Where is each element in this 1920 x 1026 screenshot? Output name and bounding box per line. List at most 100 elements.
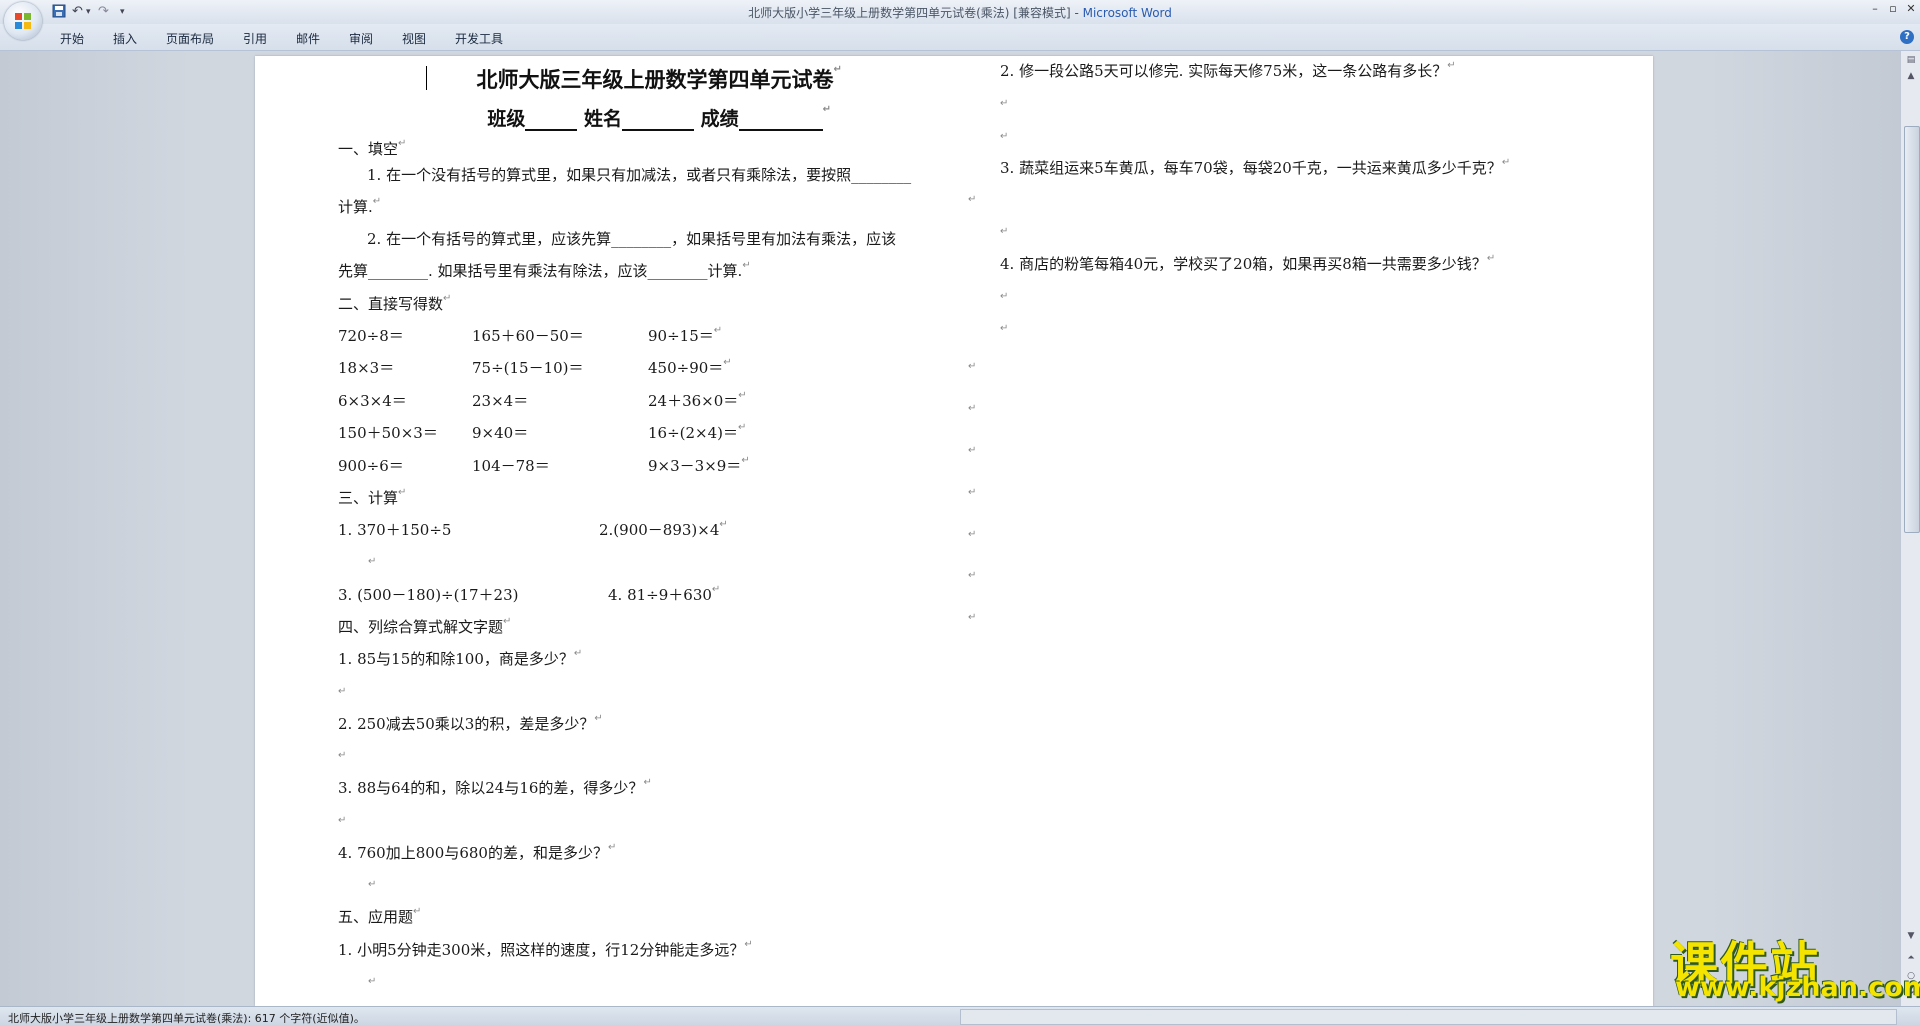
- paragraph-mark: ↵: [1486, 253, 1496, 264]
- tab-view[interactable]: 视图: [402, 30, 426, 47]
- document-page[interactable]: 北师大版三年级上册数学第四单元试卷 ↵ 班级 姓名 成绩 ↵ 一、填空 ↵ 1. 在一…: [255, 56, 1653, 1006]
- name-blank: [622, 108, 694, 131]
- paragraph-mark: ↵: [968, 403, 977, 414]
- score-blank: [738, 108, 823, 131]
- paragraph-mark: ↵: [338, 750, 347, 761]
- paragraph-mark: ↵: [443, 293, 452, 304]
- tab-insert[interactable]: 插入: [113, 30, 137, 47]
- document-workspace: 北师大版三年级上册数学第四单元试卷 ↵ 班级 姓名 成绩 ↵ 一、填空 ↵ 1. 在一…: [0, 51, 1900, 1006]
- paragraph-mark: ↵: [338, 815, 347, 826]
- calc-item: 4. 81÷9＋630 ↵: [608, 584, 721, 604]
- paragraph-mark: ↵: [368, 556, 377, 567]
- status-bar: 北师大版小学三年级上册数学第四单元试卷(乘法): 617 个字符(近似值)。: [0, 1006, 1920, 1026]
- window-title: 北师大版小学三年级上册数学第四单元试卷(乘法) [兼容模式] - Microso…: [748, 6, 1172, 20]
- document-title: 北师大版三年级上册数学第四单元试卷 ↵: [476, 64, 842, 92]
- student-info-line: 班级 姓名 成绩 ↵: [395, 104, 915, 131]
- section-heading: 五、应用题 ↵: [338, 906, 422, 926]
- tab-page-layout[interactable]: 页面布局: [166, 30, 214, 47]
- paragraph-mark: ↵: [968, 445, 977, 456]
- word-problem: 2. 250减去50乘以3的积，差是多少？ ↵: [338, 713, 603, 733]
- status-text: 北师大版小学三年级上册数学第四单元试卷(乘法): 617 个字符(近似值)。: [8, 1012, 365, 1025]
- word-problem: 4. 760加上800与680的差，和是多少？ ↵: [338, 842, 617, 862]
- horizontal-scrollbar[interactable]: [960, 1009, 1897, 1025]
- paragraph-mark: ↵: [1000, 98, 1009, 109]
- app-name: Microsoft Word: [1082, 6, 1172, 20]
- paragraph-mark: ↵: [738, 422, 747, 433]
- paragraph-mark: ↵: [368, 976, 377, 987]
- section-heading: 二、直接写得数 ↵: [338, 293, 452, 313]
- minimize-icon[interactable]: –: [1868, 2, 1882, 16]
- paragraph-mark: ↵: [372, 196, 382, 207]
- oral-calc-item: 75÷(15－10)＝: [472, 359, 584, 377]
- ruler-toggle-icon[interactable]: ▤: [1904, 53, 1918, 67]
- paragraph-mark: ↵: [1501, 157, 1511, 168]
- undo-dropdown-icon[interactable]: ▾: [86, 7, 91, 23]
- paragraph-mark: ↵: [398, 487, 407, 498]
- office-button[interactable]: [4, 2, 42, 40]
- oral-calc-item: 18×3＝: [338, 359, 395, 377]
- paragraph-mark: ↵: [723, 357, 732, 368]
- office-logo-icon: [15, 13, 31, 29]
- tab-references[interactable]: 引用: [243, 30, 267, 47]
- scroll-down-icon[interactable]: ▼: [1904, 929, 1918, 943]
- name-label: 姓名: [583, 108, 622, 130]
- class-blank: [525, 108, 578, 131]
- section-heading: 三、计算 ↵: [338, 487, 407, 507]
- paragraph-mark: ↵: [719, 519, 728, 530]
- tab-mailings[interactable]: 邮件: [296, 30, 320, 47]
- section-heading: 四、列综合算式解文字题 ↵: [338, 616, 512, 636]
- undo-icon[interactable]: ↶: [72, 4, 83, 20]
- paragraph-mark: ↵: [413, 906, 422, 917]
- paragraph-mark: ↵: [744, 939, 753, 950]
- question-text: 计算. ↵: [338, 196, 382, 216]
- paragraph-mark: ↵: [1000, 291, 1009, 302]
- redo-icon[interactable]: ↷: [98, 4, 109, 20]
- paragraph-mark: ↵: [968, 194, 977, 205]
- paragraph-mark: ↵: [503, 616, 512, 627]
- vertical-scrollbar[interactable]: ▤ ▲ ▼ ⏶ ○ ⏷: [1900, 51, 1920, 1006]
- paragraph-mark: ↵: [738, 390, 747, 401]
- paragraph-mark: ↵: [643, 777, 652, 788]
- tab-developer[interactable]: 开发工具: [455, 30, 503, 47]
- oral-calc-item: 90÷15＝ ↵: [648, 325, 723, 345]
- paragraph-mark: ↵: [968, 612, 977, 623]
- paragraph-mark: ↵: [573, 648, 583, 659]
- oral-calc-item: 24＋36×0＝ ↵: [648, 390, 747, 410]
- oral-calc-item: 16÷(2×4)＝ ↵: [648, 422, 747, 442]
- question-text: 1. 在一个没有括号的算式里，如果只有加减法，或者只有乘除法，要按照______…: [367, 166, 912, 184]
- oral-calc-item: 6×3×4＝: [338, 392, 407, 410]
- watermark-url: www.kjzhan.com: [1675, 972, 1920, 1003]
- paragraph-mark: ↵: [1447, 60, 1456, 71]
- word-problem: 1. 85与15的和除100，商是多少？ ↵: [338, 648, 583, 668]
- application-problem: 1. 小明5分钟走300米，照这样的速度，行12分钟能走多远？ ↵: [338, 939, 753, 959]
- class-label: 班级: [487, 108, 526, 130]
- title-bar: 北师大版小学三年级上册数学第四单元试卷(乘法) [兼容模式] - Microso…: [0, 0, 1920, 24]
- ribbon-tab-bar: 开始 插入 页面布局 引用 邮件 审阅 视图 开发工具 ?: [0, 24, 1920, 51]
- paragraph-mark: ↵: [711, 584, 721, 595]
- paragraph-mark: ↵: [398, 138, 407, 149]
- save-icon[interactable]: [52, 4, 66, 20]
- section-heading: 一、填空 ↵: [338, 138, 407, 158]
- application-problem: 2. 修一段公路5天可以修完. 实际每天修75米，这一条公路有多长？ ↵: [1000, 60, 1456, 80]
- paragraph-mark: ↵: [368, 879, 377, 890]
- scroll-thumb[interactable]: [1904, 126, 1920, 533]
- question-text: 先算________. 如果括号里有乘法有除法，应该________计算. ↵: [338, 260, 751, 280]
- calc-item: 3. (500－180)÷(17＋23): [338, 586, 519, 604]
- paragraph-mark: ↵: [968, 570, 977, 581]
- paragraph-mark: ↵: [594, 713, 603, 724]
- scroll-up-icon[interactable]: ▲: [1904, 69, 1918, 83]
- previous-page-icon[interactable]: ⏶: [1904, 951, 1918, 965]
- application-problem: 3. 蔬菜组运来5车黄瓜，每车70袋，每袋20千克，一共运来黄瓜多少千克？ ↵: [1000, 157, 1511, 177]
- tab-home[interactable]: 开始: [60, 30, 84, 47]
- word-problem: 3. 88与64的和，除以24与16的差，得多少？ ↵: [338, 777, 652, 797]
- tab-review[interactable]: 审阅: [349, 30, 373, 47]
- paragraph-mark: ↵: [1000, 226, 1009, 237]
- help-icon[interactable]: ?: [1900, 30, 1914, 44]
- paragraph-mark: ↵: [741, 455, 750, 466]
- close-icon[interactable]: ✕: [1904, 2, 1918, 16]
- score-label: 成绩: [700, 108, 739, 130]
- restore-icon[interactable]: ▫: [1886, 2, 1900, 16]
- calc-item: 1. 370＋150÷5: [338, 521, 452, 539]
- customize-toolbar-icon[interactable]: ▾: [120, 7, 125, 23]
- paragraph-mark: ↵: [968, 487, 977, 498]
